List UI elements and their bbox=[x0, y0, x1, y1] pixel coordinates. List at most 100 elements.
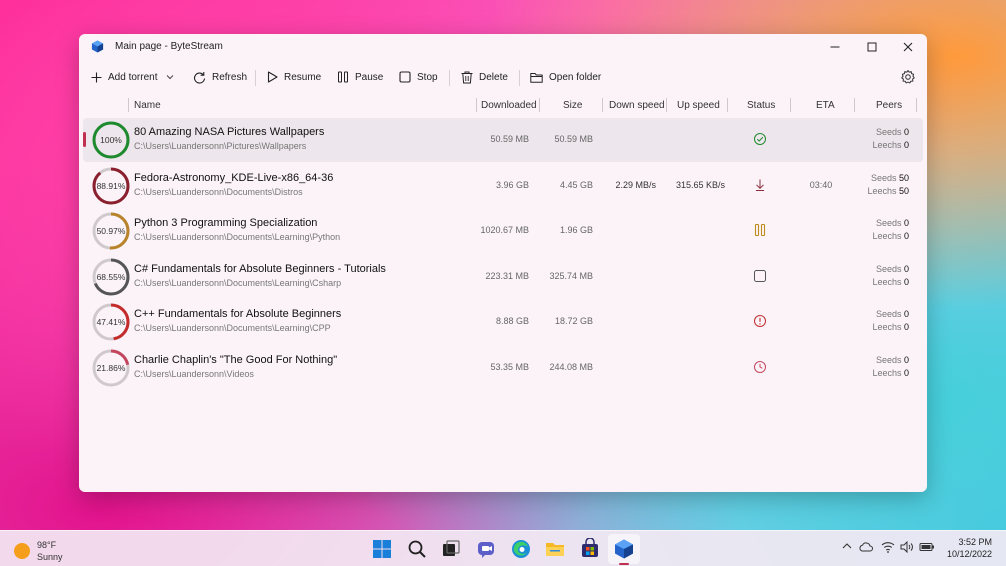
peers-info: Seeds 0 Leechs 0 bbox=[843, 263, 909, 289]
bytestream-taskbar-icon[interactable] bbox=[613, 538, 635, 560]
seeds-label: Seeds bbox=[875, 309, 902, 319]
search-icon[interactable] bbox=[406, 538, 428, 560]
torrent-row[interactable]: 47.41% C++ Fundamentals for Absolute Beg… bbox=[83, 300, 923, 344]
toolbar-divider bbox=[449, 70, 450, 86]
file-explorer-icon[interactable] bbox=[544, 538, 566, 560]
maximize-icon bbox=[867, 42, 877, 52]
toolbar-divider bbox=[519, 70, 520, 86]
delete-button[interactable]: Delete bbox=[461, 67, 508, 87]
app-window: Main page - ByteStream Add torrent Refre… bbox=[79, 34, 927, 492]
weather-widget[interactable]: 98°F Sunny bbox=[14, 539, 63, 563]
downloaded-value: 3.96 GB bbox=[495, 180, 529, 190]
column-name[interactable]: Name bbox=[134, 100, 161, 111]
column-header: Name Downloaded Size Down speed Up speed… bbox=[79, 98, 927, 114]
column-divider[interactable] bbox=[790, 98, 791, 112]
column-down-speed[interactable]: Down speed bbox=[609, 100, 665, 111]
peers-info: Seeds 0 Leechs 0 bbox=[843, 217, 909, 243]
column-divider[interactable] bbox=[727, 98, 728, 112]
add-torrent-button[interactable]: Add torrent bbox=[91, 67, 174, 87]
column-divider[interactable] bbox=[916, 98, 917, 112]
down-speed-value: 2.29 MB/s bbox=[615, 180, 656, 190]
plus-icon bbox=[91, 72, 102, 82]
column-divider[interactable] bbox=[539, 98, 540, 112]
toolbar-divider bbox=[255, 70, 256, 86]
delete-label: Delete bbox=[479, 71, 508, 83]
task-view-icon[interactable] bbox=[440, 538, 462, 560]
refresh-button[interactable]: Refresh bbox=[193, 67, 247, 87]
torrent-row[interactable]: 88.91% Fedora-Astronomy_KDE-Live-x86_64-… bbox=[83, 164, 923, 208]
column-divider[interactable] bbox=[666, 98, 667, 112]
close-button[interactable] bbox=[890, 34, 926, 60]
size-value: 244.08 MB bbox=[549, 362, 593, 372]
torrent-row[interactable]: 68.55% C# Fundamentals for Absolute Begi… bbox=[83, 255, 923, 299]
downloaded-value: 1020.67 MB bbox=[480, 225, 529, 235]
onedrive-cloud-icon[interactable] bbox=[859, 541, 873, 553]
size-value: 18.72 GB bbox=[554, 316, 593, 326]
column-peers[interactable]: Peers bbox=[876, 100, 902, 111]
wifi-icon[interactable] bbox=[881, 541, 895, 553]
eta-value: 03:40 bbox=[809, 180, 833, 190]
torrent-name: 80 Amazing NASA Pictures Wallpapers bbox=[134, 126, 325, 138]
seeds-count: 50 bbox=[898, 173, 909, 183]
leechs-label: Leechs bbox=[867, 186, 897, 196]
column-size[interactable]: Size bbox=[563, 100, 582, 111]
torrent-row[interactable]: 100% 80 Amazing NASA Pictures Wallpapers… bbox=[83, 118, 923, 162]
chevron-up-icon[interactable] bbox=[842, 541, 852, 551]
column-status[interactable]: Status bbox=[747, 100, 775, 111]
torrent-row[interactable]: 21.86% Charlie Chaplin's "The Good For N… bbox=[83, 346, 923, 390]
resume-button[interactable]: Resume bbox=[267, 67, 321, 87]
battery-icon[interactable] bbox=[919, 541, 935, 553]
windows-start-icon[interactable] bbox=[371, 538, 393, 560]
add-torrent-label: Add torrent bbox=[108, 71, 158, 83]
clock-date: 10/12/2022 bbox=[946, 549, 992, 559]
progress-percent: 50.97% bbox=[96, 226, 126, 236]
leechs-count: 0 bbox=[903, 368, 909, 378]
stop-button[interactable]: Stop bbox=[399, 67, 438, 87]
system-clock[interactable]: 3:52 PM 10/12/2022 bbox=[940, 536, 992, 560]
maximize-button[interactable] bbox=[854, 34, 890, 60]
minimize-button[interactable] bbox=[817, 34, 853, 60]
peers-info: Seeds 0 Leechs 0 bbox=[843, 308, 909, 334]
progress-percent: 47.41% bbox=[96, 317, 126, 327]
seeds-count: 0 bbox=[903, 309, 909, 319]
column-up-speed[interactable]: Up speed bbox=[677, 100, 720, 111]
column-downloaded[interactable]: Downloaded bbox=[481, 100, 537, 111]
pause-icon bbox=[338, 71, 348, 83]
size-value: 1.96 GB bbox=[559, 225, 593, 235]
peers-info: Seeds 0 Leechs 0 bbox=[843, 354, 909, 380]
torrent-row[interactable]: 50.97% Python 3 Programming Specializati… bbox=[83, 209, 923, 253]
pause-label: Pause bbox=[355, 71, 384, 83]
clock-time: 3:52 PM bbox=[958, 537, 992, 547]
volume-icon[interactable] bbox=[900, 541, 914, 553]
seeds-label: Seeds bbox=[870, 173, 897, 183]
edge-browser-icon[interactable] bbox=[510, 538, 532, 560]
bytestream-app-icon bbox=[91, 40, 104, 53]
size-value: 4.45 GB bbox=[559, 180, 593, 190]
store-icon[interactable] bbox=[579, 538, 601, 560]
peers-info: Seeds 0 Leechs 0 bbox=[843, 126, 909, 152]
gear-icon[interactable] bbox=[900, 69, 916, 85]
check-circle-icon bbox=[754, 133, 766, 145]
open-folder-button[interactable]: Open folder bbox=[530, 67, 601, 87]
title-bar[interactable]: Main page - ByteStream bbox=[79, 34, 927, 60]
teams-chat-icon[interactable] bbox=[475, 538, 497, 560]
peers-info: Seeds 50 Leechs 50 bbox=[843, 172, 909, 198]
column-divider[interactable] bbox=[128, 98, 129, 112]
downloaded-value: 50.59 MB bbox=[490, 134, 529, 144]
resume-label: Resume bbox=[284, 71, 322, 83]
column-divider[interactable] bbox=[602, 98, 603, 112]
leechs-count: 0 bbox=[903, 231, 909, 241]
active-app-indicator bbox=[619, 563, 629, 565]
chevron-down-icon bbox=[167, 75, 174, 80]
column-divider[interactable] bbox=[476, 98, 477, 112]
download-arrow-icon bbox=[756, 179, 764, 191]
torrent-path: C:\Users\Luandersonn\Pictures\Wallpapers bbox=[134, 141, 307, 151]
progress-percent: 68.55% bbox=[96, 272, 126, 282]
leechs-label: Leechs bbox=[872, 277, 902, 287]
torrent-path: C:\Users\Luandersonn\Videos bbox=[134, 369, 254, 379]
pause-button[interactable]: Pause bbox=[337, 67, 383, 87]
leechs-label: Leechs bbox=[872, 140, 902, 150]
seeds-count: 0 bbox=[903, 127, 909, 137]
column-divider[interactable] bbox=[854, 98, 855, 112]
column-eta[interactable]: ETA bbox=[816, 100, 835, 111]
